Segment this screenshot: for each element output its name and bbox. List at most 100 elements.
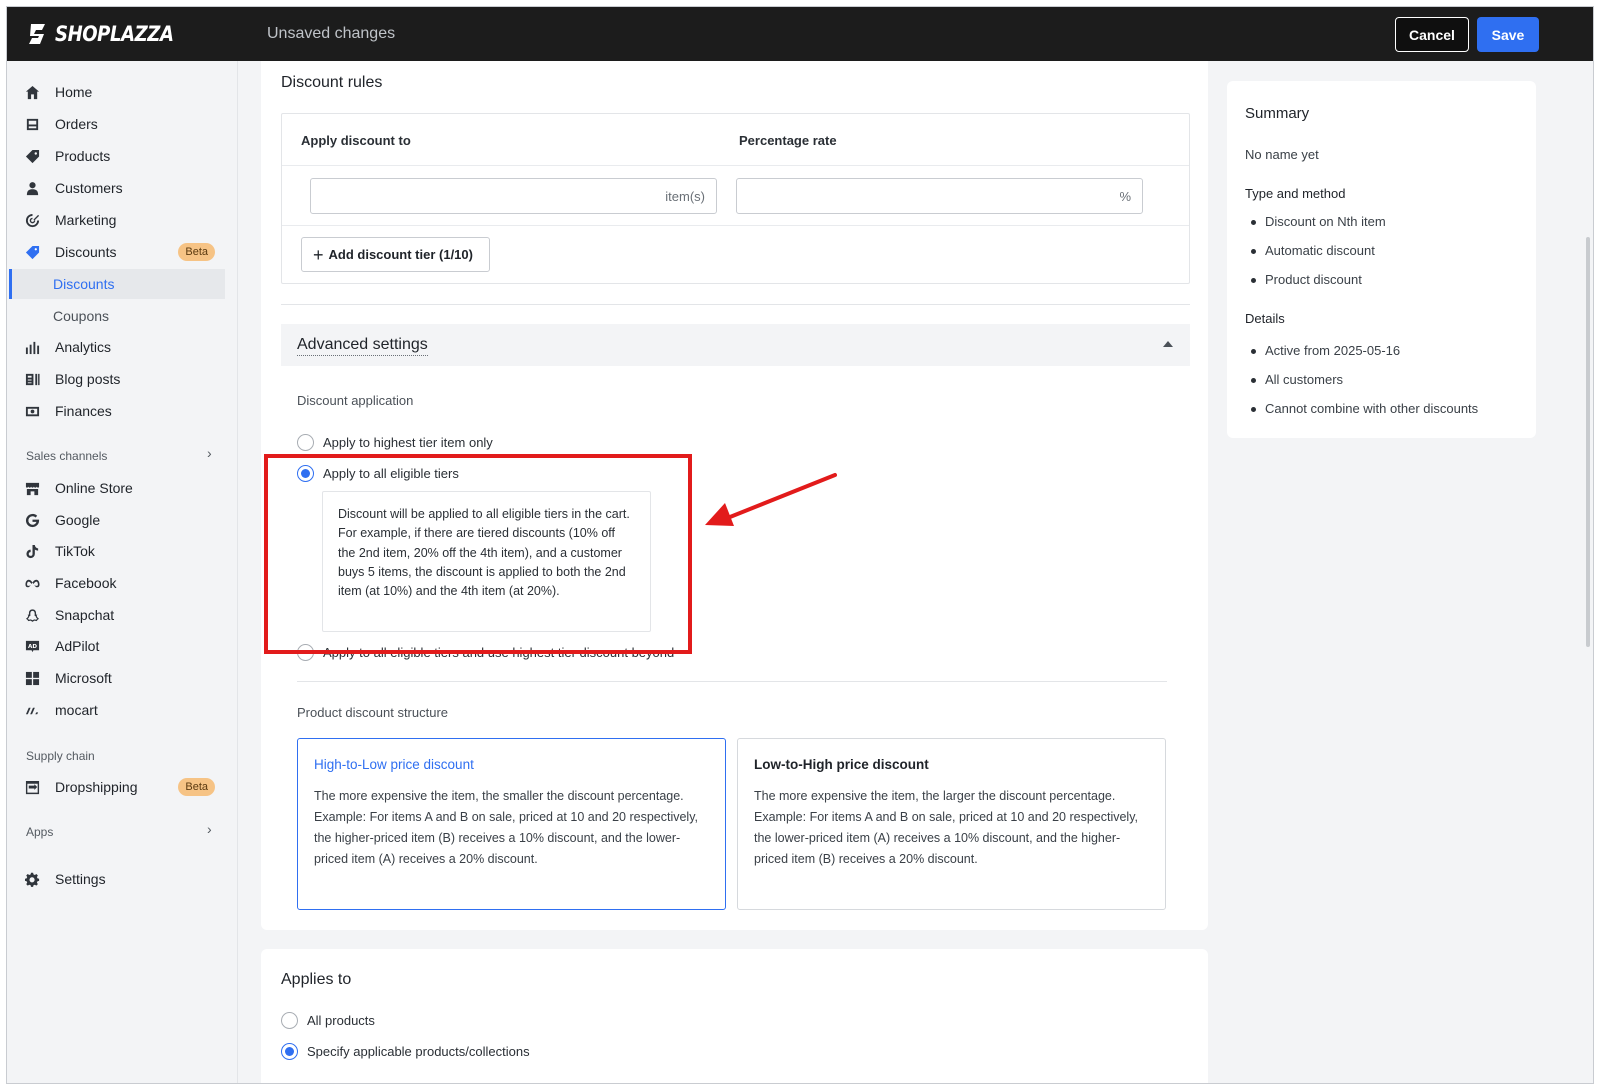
sidebar-item-discounts[interactable]: Discounts Beta bbox=[17, 237, 225, 267]
applies-to-title: Applies to bbox=[281, 971, 352, 988]
beta-badge: Beta bbox=[178, 243, 215, 261]
chevron-right-icon[interactable]: › bbox=[207, 821, 212, 837]
sidebar-item-products[interactable]: Products bbox=[17, 141, 225, 171]
apply-discount-to-header: Apply discount to bbox=[301, 133, 411, 148]
sidebar-item-label: Orders bbox=[55, 116, 98, 132]
radio-label: Specify applicable products/collections bbox=[307, 1044, 530, 1059]
dropshipping-icon bbox=[24, 779, 40, 795]
add-discount-tier-button[interactable]: + Add discount tier (1/10) bbox=[301, 237, 490, 272]
sidebar-item-label: Microsoft bbox=[55, 670, 112, 686]
sidebar-item-label: Analytics bbox=[55, 339, 112, 355]
cancel-button[interactable]: Cancel bbox=[1395, 17, 1469, 52]
tiers-table-header: Apply discount to Percentage rate bbox=[282, 114, 1189, 166]
details-label: Details bbox=[1245, 311, 1285, 326]
radio-all-products[interactable]: All products bbox=[281, 1012, 375, 1029]
items-quantity-input[interactable]: item(s) bbox=[310, 178, 717, 214]
sidebar-item-label: Discounts bbox=[53, 276, 115, 292]
sidebar-subitem-coupons[interactable]: Coupons bbox=[9, 301, 225, 331]
sidebar-item-orders[interactable]: Orders bbox=[17, 109, 225, 139]
sidebar-item-online-store[interactable]: Online Store bbox=[17, 473, 225, 503]
applies-to-card bbox=[261, 949, 1208, 1083]
sidebar-item-snapchat[interactable]: Snapchat bbox=[17, 600, 225, 630]
person-icon bbox=[24, 180, 40, 196]
sidebar-item-customers[interactable]: Customers bbox=[17, 173, 225, 203]
sidebar-item-google[interactable]: Google bbox=[17, 505, 225, 535]
sidebar-item-marketing[interactable]: Marketing bbox=[17, 205, 225, 235]
sidebar-item-label: TikTok bbox=[55, 543, 95, 559]
svg-text:AD: AD bbox=[28, 644, 37, 650]
percentage-rate-input[interactable]: % bbox=[736, 178, 1143, 214]
high-to-low-option-card[interactable]: High-to-Low price discount The more expe… bbox=[297, 738, 726, 910]
sidebar-item-label: Blog posts bbox=[55, 371, 121, 387]
scrollbar[interactable] bbox=[1586, 237, 1590, 647]
list-item: Active from 2025-05-16 bbox=[1245, 343, 1478, 372]
sidebar-item-blog-posts[interactable]: Blog posts bbox=[17, 364, 225, 394]
sidebar-item-label: Dropshipping bbox=[55, 779, 138, 795]
sidebar-item-label: Google bbox=[55, 512, 101, 528]
sidebar-item-mocart[interactable]: mocart bbox=[17, 695, 225, 725]
discount-tag-icon bbox=[24, 244, 40, 260]
adpilot-icon: AD bbox=[24, 638, 40, 654]
tiktok-icon bbox=[24, 543, 40, 559]
radio-button[interactable] bbox=[281, 1012, 298, 1029]
sidebar-item-label: Snapchat bbox=[55, 607, 115, 623]
option-title: High-to-Low price discount bbox=[314, 757, 474, 772]
unsaved-changes-text: Unsaved changes bbox=[267, 25, 396, 42]
radio-button[interactable] bbox=[297, 434, 314, 451]
add-discount-tier-label: Add discount tier (1/10) bbox=[328, 247, 473, 262]
bar-chart-icon bbox=[24, 339, 40, 355]
sidebar-item-label: Coupons bbox=[53, 308, 110, 324]
discount-application-label: Discount application bbox=[297, 393, 414, 408]
advanced-settings-toggle[interactable]: Advanced settings bbox=[281, 324, 1190, 366]
radio-highest-tier-only[interactable]: Apply to highest tier item only bbox=[297, 434, 493, 451]
sidebar-item-home[interactable]: Home bbox=[17, 77, 225, 107]
sidebar-item-label: Settings bbox=[55, 871, 106, 887]
target-icon bbox=[24, 212, 40, 228]
sidebar-item-settings[interactable]: Settings bbox=[17, 864, 225, 894]
discount-rules-title: Discount rules bbox=[281, 74, 383, 91]
radio-label: All products bbox=[307, 1013, 375, 1028]
sidebar-item-tiktok[interactable]: TikTok bbox=[17, 536, 225, 566]
sidebar-item-analytics[interactable]: Analytics bbox=[17, 332, 225, 362]
orders-icon bbox=[24, 116, 40, 132]
sidebar-item-dropshipping[interactable]: Dropshipping Beta bbox=[17, 772, 225, 802]
sidebar-item-label: AdPilot bbox=[55, 638, 100, 654]
sidebar-item-label: Products bbox=[55, 148, 111, 164]
type-and-method-list: Discount on Nth item Automatic discount … bbox=[1245, 214, 1386, 301]
blog-icon bbox=[24, 371, 40, 387]
sidebar-item-adpilot[interactable]: AD AdPilot bbox=[17, 631, 225, 661]
items-suffix: item(s) bbox=[665, 189, 705, 204]
low-to-high-option-card[interactable]: Low-to-High price discount The more expe… bbox=[737, 738, 1166, 910]
store-icon bbox=[24, 480, 40, 496]
annotation-arrow-icon bbox=[705, 473, 837, 526]
chevron-right-icon[interactable]: › bbox=[207, 445, 212, 461]
top-bar: SHOPLAZZA Unsaved changes Cancel Save bbox=[7, 7, 1593, 61]
beta-badge: Beta bbox=[178, 778, 215, 796]
option-description: The more expensive the item, the larger … bbox=[754, 789, 1139, 866]
summary-title: Summary bbox=[1245, 105, 1310, 122]
radio-specify-products[interactable]: Specify applicable products/collections bbox=[281, 1043, 530, 1060]
sidebar-subitem-discounts[interactable]: Discounts bbox=[9, 269, 225, 299]
app-window: SHOPLAZZA Unsaved changes Cancel Save Ho… bbox=[6, 6, 1594, 1084]
discount-tiers-table: Apply discount to Percentage rate item(s… bbox=[281, 113, 1190, 284]
gear-icon bbox=[24, 871, 40, 887]
brand-name: SHOPLAZZA bbox=[55, 22, 174, 46]
sidebar-item-microsoft[interactable]: Microsoft bbox=[17, 663, 225, 693]
divider bbox=[281, 304, 1190, 305]
supply-chain-label: Supply chain bbox=[26, 749, 95, 763]
sidebar-item-label: Customers bbox=[55, 180, 123, 196]
radio-button[interactable] bbox=[281, 1043, 298, 1060]
sidebar: Home Orders Products Customers Marketing… bbox=[7, 61, 238, 1083]
percent-suffix: % bbox=[1119, 189, 1131, 204]
brand-logo[interactable]: SHOPLAZZA bbox=[27, 20, 193, 48]
list-item: Discount on Nth item bbox=[1245, 214, 1386, 243]
tag-icon bbox=[24, 148, 40, 164]
sidebar-item-facebook[interactable]: Facebook bbox=[17, 568, 225, 598]
type-and-method-label: Type and method bbox=[1245, 186, 1346, 201]
sidebar-item-finances[interactable]: Finances bbox=[17, 396, 225, 426]
save-button[interactable]: Save bbox=[1477, 17, 1539, 52]
sidebar-item-label: Marketing bbox=[55, 212, 117, 228]
percentage-rate-header: Percentage rate bbox=[739, 133, 837, 148]
radio-label: Apply to highest tier item only bbox=[323, 435, 493, 450]
summary-name: No name yet bbox=[1245, 147, 1319, 162]
